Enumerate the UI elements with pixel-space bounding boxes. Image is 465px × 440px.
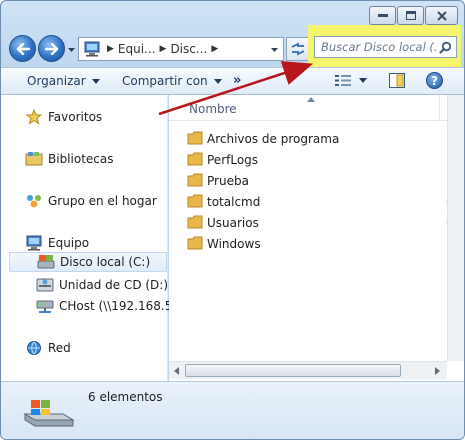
network-drive-icon [36, 297, 54, 315]
breadcrumb-separator-icon[interactable]: ▶ [160, 44, 167, 54]
folder-icon [187, 173, 203, 187]
horizontal-scrollbar[interactable] [169, 361, 447, 379]
nav-label: Disco local (C:) [60, 255, 151, 269]
nav-label: Favoritos [48, 110, 103, 124]
share-menu-button[interactable]: Compartir con [122, 74, 222, 88]
explorer-window: ▶ Equi... ▶ Disc... ▶ Buscar Disco local… [0, 0, 465, 440]
vertical-scrollbar[interactable] [447, 95, 464, 361]
homegroup-icon [25, 192, 43, 210]
file-list: Nombre Fe Archivos de programa 10 PerfLo… [169, 95, 464, 381]
help-button[interactable]: ? [426, 72, 443, 89]
libraries-icon [25, 150, 43, 168]
breadcrumb-separator-icon[interactable]: ▶ [107, 44, 114, 54]
nav-item-computer[interactable]: Equipo [25, 233, 191, 253]
nav-item-homegroup[interactable]: Grupo en el hogar [25, 191, 191, 211]
file-row[interactable]: PerfLogs 14 [169, 149, 464, 170]
minimize-icon [377, 13, 388, 17]
folder-icon [187, 194, 203, 208]
nav-label: Grupo en el hogar [48, 194, 157, 208]
folder-icon [187, 131, 203, 145]
refresh-button[interactable] [286, 37, 309, 61]
back-button[interactable] [9, 35, 36, 62]
cd-drive-icon [36, 276, 54, 294]
local-disk-icon [37, 253, 55, 271]
file-row[interactable]: Usuarios 08 [169, 212, 464, 233]
arrow-right-icon [44, 42, 58, 55]
item-count: 6 elementos [88, 390, 163, 404]
scrollbar-thumb[interactable] [185, 364, 401, 377]
chevron-down-icon [91, 78, 100, 84]
search-input[interactable]: Buscar Disco local (... [321, 40, 436, 54]
breadcrumb-separator-icon[interactable]: ▶ [211, 44, 218, 54]
file-row[interactable]: totalcmd 08 [169, 191, 464, 212]
details-pane: 6 elementos [1, 381, 464, 439]
maximize-icon [405, 11, 416, 20]
caption-buttons [369, 6, 458, 25]
file-name: Usuarios [207, 216, 259, 230]
nav-label: Unidad de CD (D:) V [59, 278, 181, 292]
nav-label: Bibliotecas [48, 152, 114, 166]
refresh-icon [291, 42, 304, 56]
close-button[interactable] [425, 6, 458, 25]
navigation-pane: Favoritos Bibliotecas Grupo en el hogar … [1, 95, 184, 381]
folder-icon [187, 152, 203, 166]
address-dropdown-icon[interactable] [270, 45, 279, 54]
preview-pane-icon [389, 73, 405, 88]
nav-label: CHost (\\192.168.56. [59, 299, 184, 313]
column-header-row: Nombre Fe [169, 95, 464, 121]
address-bar[interactable]: ▶ Equi... ▶ Disc... ▶ [78, 37, 284, 61]
file-name: Windows [207, 237, 261, 251]
local-disk-icon [23, 400, 75, 427]
close-icon [436, 10, 447, 21]
file-row[interactable]: Archivos de programa 10 [169, 128, 464, 149]
search-icon[interactable] [436, 38, 454, 56]
forward-button[interactable] [38, 35, 65, 62]
nav-item-network[interactable]: Red [25, 338, 191, 358]
view-options-button[interactable] [335, 74, 367, 87]
network-icon [25, 339, 43, 357]
organize-label: Organizar [27, 74, 86, 88]
star-icon [25, 108, 43, 126]
computer-icon [25, 234, 43, 252]
help-icon: ? [431, 73, 438, 88]
preview-pane-button[interactable] [389, 73, 405, 91]
file-name: Prueba [207, 174, 249, 188]
nav-item-local-disk[interactable]: Disco local (C:) [9, 252, 167, 272]
nav-item-favorites[interactable]: Favoritos [25, 107, 191, 127]
file-name: Archivos de programa [207, 132, 340, 146]
breadcrumb-disco[interactable]: Disc... [170, 42, 207, 56]
sort-ascending-icon [307, 97, 315, 102]
details-view-icon [335, 75, 351, 86]
folder-icon [187, 215, 203, 229]
share-label: Compartir con [122, 74, 208, 88]
column-divider[interactable] [439, 95, 440, 121]
breadcrumb-equipo[interactable]: Equi... [118, 42, 156, 56]
column-header-name[interactable]: Nombre [189, 102, 237, 116]
organize-menu-button[interactable]: Organizar [27, 74, 100, 88]
scroll-right-icon[interactable] [431, 365, 443, 377]
minimize-button[interactable] [369, 6, 396, 25]
file-name: totalcmd [207, 195, 261, 209]
more-commands-button[interactable]: » [233, 73, 241, 88]
command-bar: Organizar Compartir con » ? [1, 67, 464, 95]
maximize-button[interactable] [397, 6, 424, 25]
arrow-left-icon [16, 42, 30, 55]
scroll-left-icon[interactable] [171, 365, 183, 377]
computer-icon [81, 38, 103, 60]
folder-icon [187, 236, 203, 250]
file-name: PerfLogs [207, 153, 259, 167]
nav-item-libraries[interactable]: Bibliotecas [25, 149, 191, 169]
file-row[interactable]: Prueba 10 [169, 170, 464, 191]
recent-pages-chevron-icon[interactable] [67, 45, 76, 54]
chevron-down-icon [359, 78, 367, 83]
file-row[interactable]: Windows 10 [169, 233, 464, 254]
search-box[interactable]: Buscar Disco local (... [314, 36, 457, 58]
nav-label: Equipo [48, 236, 90, 250]
nav-label: Red [48, 341, 71, 355]
chevron-down-icon [213, 78, 222, 84]
